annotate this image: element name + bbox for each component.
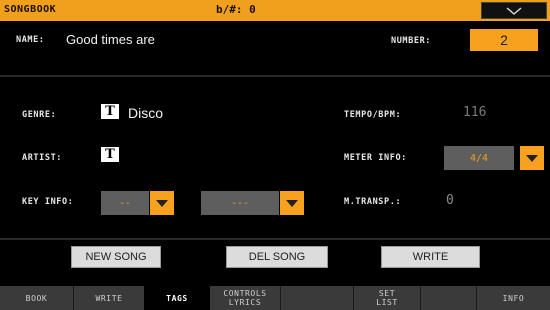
tab-write[interactable]: WRITE [74,286,144,310]
artist-label: ARTIST: [22,153,63,163]
chevron-down-icon [506,6,522,15]
header-bar: SONGBOOK b/#: 0 [0,0,550,21]
genre-label: GENRE: [22,110,57,120]
page-title: SONGBOOK [4,4,57,15]
tab-label-line-2: LYRICS [228,298,262,307]
tab-label-line-1: CONTROLS [223,289,267,298]
text-edit-icon[interactable]: T [101,104,119,119]
triangle-down-icon [286,199,298,207]
key-info-label: KEY INFO: [22,197,74,207]
tab-controls-lyrics[interactable]: CONTROLS LYRICS [210,286,280,310]
tab-empty-slot [281,286,353,310]
m-transp-label: M.TRANSP.: [344,197,402,207]
number-label: NUMBER: [391,36,432,46]
divider [0,75,550,77]
tab-empty-slot [421,286,476,310]
text-edit-icon[interactable]: T [101,147,119,162]
key-info-dropdown-2-arrow[interactable] [280,191,304,215]
tempo-value[interactable]: 116 [463,105,486,120]
new-song-button[interactable]: NEW SONG [71,246,161,268]
tab-set-list[interactable]: SET LIST [354,286,420,310]
song-name-field[interactable]: Good times are [66,32,155,47]
tempo-label: TEMPO/BPM: [344,110,402,120]
m-transp-value[interactable]: 0 [446,193,454,208]
name-label: NAME: [16,35,45,45]
triangle-down-icon [526,154,538,162]
tab-label-line-1: SET [378,289,396,298]
meter-info-dropdown-arrow[interactable] [520,146,544,170]
tab-tags[interactable]: TAGS [144,286,210,310]
tab-book[interactable]: BOOK [0,286,73,310]
tab-info[interactable]: INFO [477,286,550,310]
tab-label-line-2: LIST [376,298,398,307]
meter-info-dropdown[interactable]: 4/4 [444,146,514,170]
number-field[interactable]: 2 [470,29,538,51]
transpose-indicator: b/#: 0 [216,3,256,16]
write-button[interactable]: WRITE [381,246,480,268]
divider [0,238,550,240]
meter-info-label: METER INFO: [344,153,407,163]
genre-field[interactable]: Disco [128,105,163,121]
triangle-down-icon [156,199,168,207]
key-info-dropdown-2[interactable]: --- [201,191,279,215]
page-menu-button[interactable] [481,2,547,19]
key-info-dropdown-1[interactable]: -- [101,191,149,215]
del-song-button[interactable]: DEL SONG [226,246,328,268]
key-info-dropdown-1-arrow[interactable] [150,191,174,215]
